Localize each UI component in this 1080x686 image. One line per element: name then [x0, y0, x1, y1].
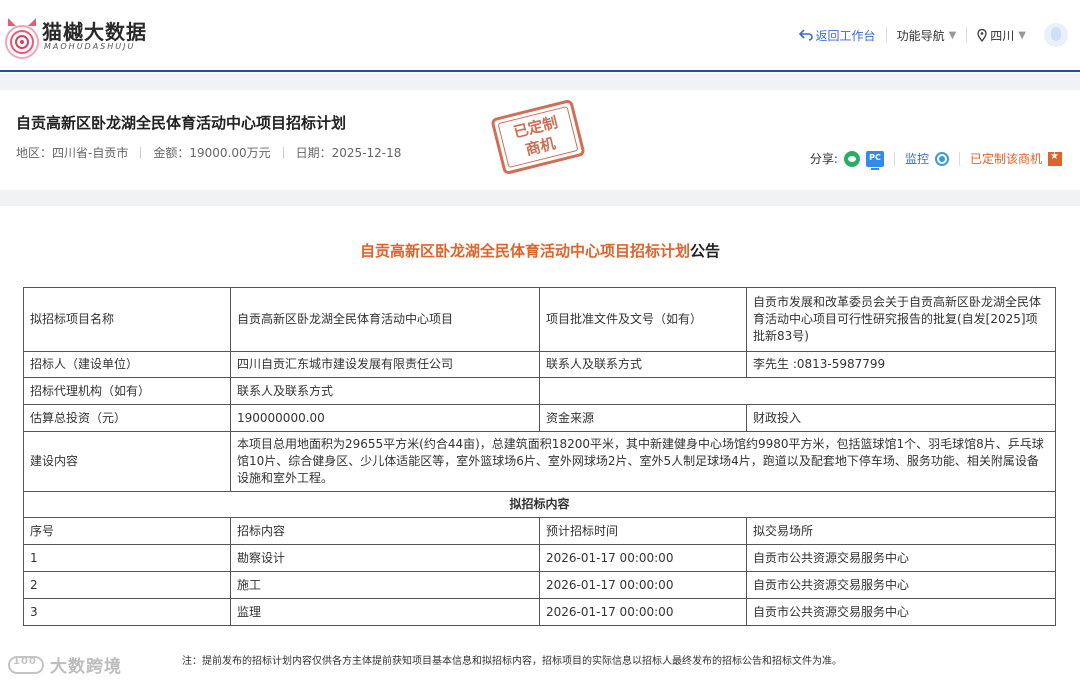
table-row: 拟招标项目名称 自贡高新区卧龙湖全民体育活动中心项目 项目批准文件及文号（如有）…	[23, 287, 1056, 352]
item-content: 勘察设计	[230, 544, 540, 572]
table-cell-value: 财政投入	[746, 404, 1056, 432]
location-pin-icon	[977, 28, 987, 42]
table-row: 估算总投资（元） 190000000.00 资金来源 财政投入	[23, 404, 1056, 432]
tender-plan-table: 拟招标项目名称 自贡高新区卧龙湖全民体育活动中心项目 项目批准文件及文号（如有）…	[23, 287, 1056, 626]
item-time: 2026-01-17 00:00:00	[539, 571, 747, 599]
item-place: 自贡市公共资源交易服务中心	[746, 544, 1056, 572]
construction-content: 本项目总用地面积为29655平方米(约合44亩)，总建筑面积18200平米，其中…	[230, 431, 1056, 492]
stamp-line2: 商机	[523, 134, 558, 160]
monitor-button[interactable]: 监控	[905, 150, 929, 167]
region-meta-value: 四川省-自贡市	[52, 146, 129, 160]
table-cell-key: 招标人（建设单位）	[23, 351, 231, 378]
chevron-down-icon: ▼	[1018, 29, 1026, 41]
table-cell-key: 招标代理机构（如有）	[23, 377, 231, 405]
amount-meta-value: 19000.00万元	[189, 146, 271, 160]
table-cell-key: 资金来源	[539, 404, 747, 432]
item-no: 3	[23, 598, 231, 626]
table-cell-value: 李先生 :0813-5987799	[746, 351, 1056, 378]
back-to-workbench-label: 返回工作台	[815, 28, 876, 43]
function-nav-dropdown[interactable]: 功能导航 ▼	[887, 27, 968, 43]
table-cell-key: 拟招标项目名称	[23, 287, 231, 352]
item-content: 监理	[230, 598, 540, 626]
table-row: 1 勘察设计 2026-01-17 00:00:00 自贡市公共资源交易服务中心	[23, 544, 1056, 572]
item-place: 自贡市公共资源交易服务中心	[746, 598, 1056, 626]
customized-stamp: 已定制 商机	[490, 98, 586, 176]
brand-sub: MAOHUDASHUJU	[44, 42, 136, 51]
back-to-workbench-link[interactable]: 返回工作台	[789, 27, 887, 43]
back-arrow-icon	[798, 29, 813, 41]
table-row: 招标人（建设单位） 四川自贡汇东城市建设发展有限责任公司 联系人及联系方式 李先…	[23, 351, 1056, 378]
column-header: 预计招标时间	[539, 517, 747, 545]
column-header: 拟交易场所	[746, 517, 1056, 545]
table-cell-value: 自贡高新区卧龙湖全民体育活动中心项目	[230, 287, 540, 352]
nav-right: 返回工作台 功能导航 ▼ 四川 ▼	[789, 20, 1080, 50]
table-cell-key: 联系人及联系方式	[230, 377, 540, 405]
table-cell-value: 自贡市发展和改革委员会关于自贡高新区卧龙湖全民体育活动中心项目可行性研究报告的批…	[746, 287, 1056, 352]
item-time: 2026-01-17 00:00:00	[539, 598, 747, 626]
table-row: 建设内容 本项目总用地面积为29655平方米(约合44亩)，总建筑面积18200…	[23, 431, 1056, 492]
column-header: 序号	[23, 517, 231, 545]
brand-name: 猫樾大数据	[42, 20, 147, 44]
project-meta: 地区： 四川省-自贡市 金额： 19000.00万元 日期： 2025-12-1…	[16, 144, 401, 161]
region-selector[interactable]: 四川 ▼	[967, 27, 1036, 43]
action-divider	[893, 151, 895, 166]
table-row: 3 监理 2026-01-17 00:00:00 自贡市公共资源交易服务中心	[23, 598, 1056, 626]
date-meta-label: 日期：	[295, 146, 332, 160]
table-cell-key: 联系人及联系方式	[539, 351, 747, 378]
top-nav: 猫樾大数据 MAOHUDASHUJU 返回工作台 功能导航 ▼ 四川 ▼	[0, 0, 1080, 72]
announcement-title: 自贡高新区卧龙湖全民体育活动中心项目招标计划公告	[0, 240, 1080, 261]
item-content: 施工	[230, 571, 540, 599]
table-header-row: 序号 招标内容 预计招标时间 拟交易场所	[23, 517, 1056, 545]
watermark-text: 大数跨境	[50, 657, 122, 677]
table-row: 2 施工 2026-01-17 00:00:00 自贡市公共资源交易服务中心	[23, 571, 1056, 599]
table-cell-value: 四川自贡汇东城市建设发展有限责任公司	[230, 351, 540, 378]
disclaimer-note: 注：提前发布的招标计划内容仅供各方主体提前获知项目基本信息和拟招标内容，招标项目…	[182, 656, 842, 667]
page-title: 自贡高新区卧龙湖全民体育活动中心项目招标计划	[16, 114, 347, 132]
table-cell-key: 建设内容	[23, 431, 231, 492]
table-cell-key: 估算总投资（元）	[23, 404, 231, 432]
customized-opportunity-button[interactable]: 已定制该商机	[970, 150, 1042, 167]
wechat-share-icon[interactable]	[843, 150, 860, 167]
meta-divider	[140, 146, 142, 159]
table-row: 拟招标内容	[23, 491, 1056, 518]
column-header: 招标内容	[230, 517, 540, 545]
announcement-title-main: 自贡高新区卧龙湖全民体育活动中心项目招标计划	[359, 242, 690, 260]
bookmark-icon[interactable]	[1048, 151, 1062, 166]
action-divider	[958, 151, 960, 166]
brand-logo-icon	[5, 18, 39, 59]
user-avatar[interactable]	[1044, 23, 1068, 47]
watermark-icon	[8, 655, 44, 674]
item-time: 2026-01-17 00:00:00	[539, 544, 747, 572]
stamp-line1: 已定制	[511, 113, 560, 142]
pc-share-icon[interactable]: PC	[865, 150, 884, 170]
table-cell-value	[539, 377, 1056, 405]
announcement-title-tail: 公告	[690, 242, 721, 260]
item-no: 2	[23, 571, 231, 599]
function-nav-label: 功能导航	[896, 28, 945, 43]
watermark: 大数跨境	[8, 652, 122, 677]
monitor-icon[interactable]	[934, 151, 949, 166]
share-label: 分享:	[809, 152, 838, 166]
project-header: 自贡高新区卧龙湖全民体育活动中心项目招标计划 地区： 四川省-自贡市 金额： 1…	[0, 90, 1080, 190]
date-meta-value: 2025-12-18	[331, 145, 402, 160]
region-meta-label: 地区：	[16, 146, 53, 160]
item-no: 1	[23, 544, 231, 572]
action-bar: 分享: PC 监控 已定制该商机	[809, 150, 1062, 170]
amount-meta-label: 金额：	[153, 146, 190, 160]
chevron-down-icon: ▼	[948, 29, 957, 41]
item-place: 自贡市公共资源交易服务中心	[746, 571, 1056, 599]
table-row: 招标代理机构（如有） 联系人及联系方式	[23, 377, 1056, 405]
table-cell-value: 190000000.00	[230, 404, 540, 432]
region-label: 四川	[990, 28, 1015, 43]
table-cell-key: 项目批准文件及文号（如有）	[539, 287, 747, 352]
section-heading: 拟招标内容	[23, 491, 1056, 518]
meta-divider	[282, 146, 284, 159]
brand-logo[interactable]: 猫樾大数据 MAOHUDASHUJU	[0, 8, 150, 64]
